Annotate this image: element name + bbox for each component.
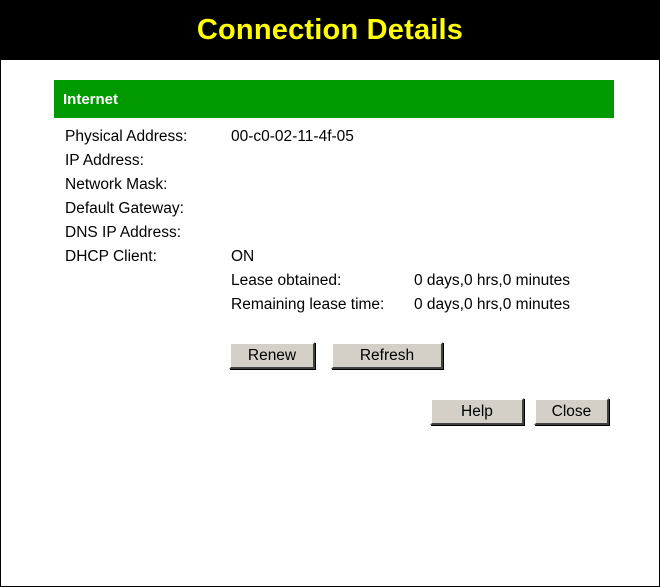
refresh-button[interactable]: Refresh — [331, 342, 443, 369]
physical-address-label: Physical Address: — [65, 128, 188, 145]
ip-address-label: IP Address: — [65, 152, 144, 169]
lease-obtained-value: 0 days,0 hrs,0 minutes — [414, 272, 570, 289]
help-button[interactable]: Help — [430, 398, 524, 425]
lease-obtained-label: Lease obtained: — [231, 272, 342, 289]
dhcp-client-label: DHCP Client: — [65, 248, 157, 265]
dns-ip-address-label: DNS IP Address: — [65, 224, 182, 241]
network-mask-label: Network Mask: — [65, 176, 168, 193]
close-button[interactable]: Close — [534, 398, 609, 425]
remaining-lease-time-label: Remaining lease time: — [231, 296, 385, 313]
section-title: Internet — [63, 90, 119, 108]
title-bar: Connection Details — [0, 0, 660, 60]
page-title: Connection Details — [196, 13, 464, 46]
dhcp-client-value: ON — [231, 248, 255, 265]
section-header-internet: Internet — [54, 80, 614, 118]
physical-address-value: 00-c0-02-11-4f-05 — [231, 128, 354, 145]
default-gateway-label: Default Gateway: — [65, 200, 184, 217]
renew-button[interactable]: Renew — [229, 342, 315, 369]
remaining-lease-time-value: 0 days,0 hrs,0 minutes — [414, 296, 570, 313]
